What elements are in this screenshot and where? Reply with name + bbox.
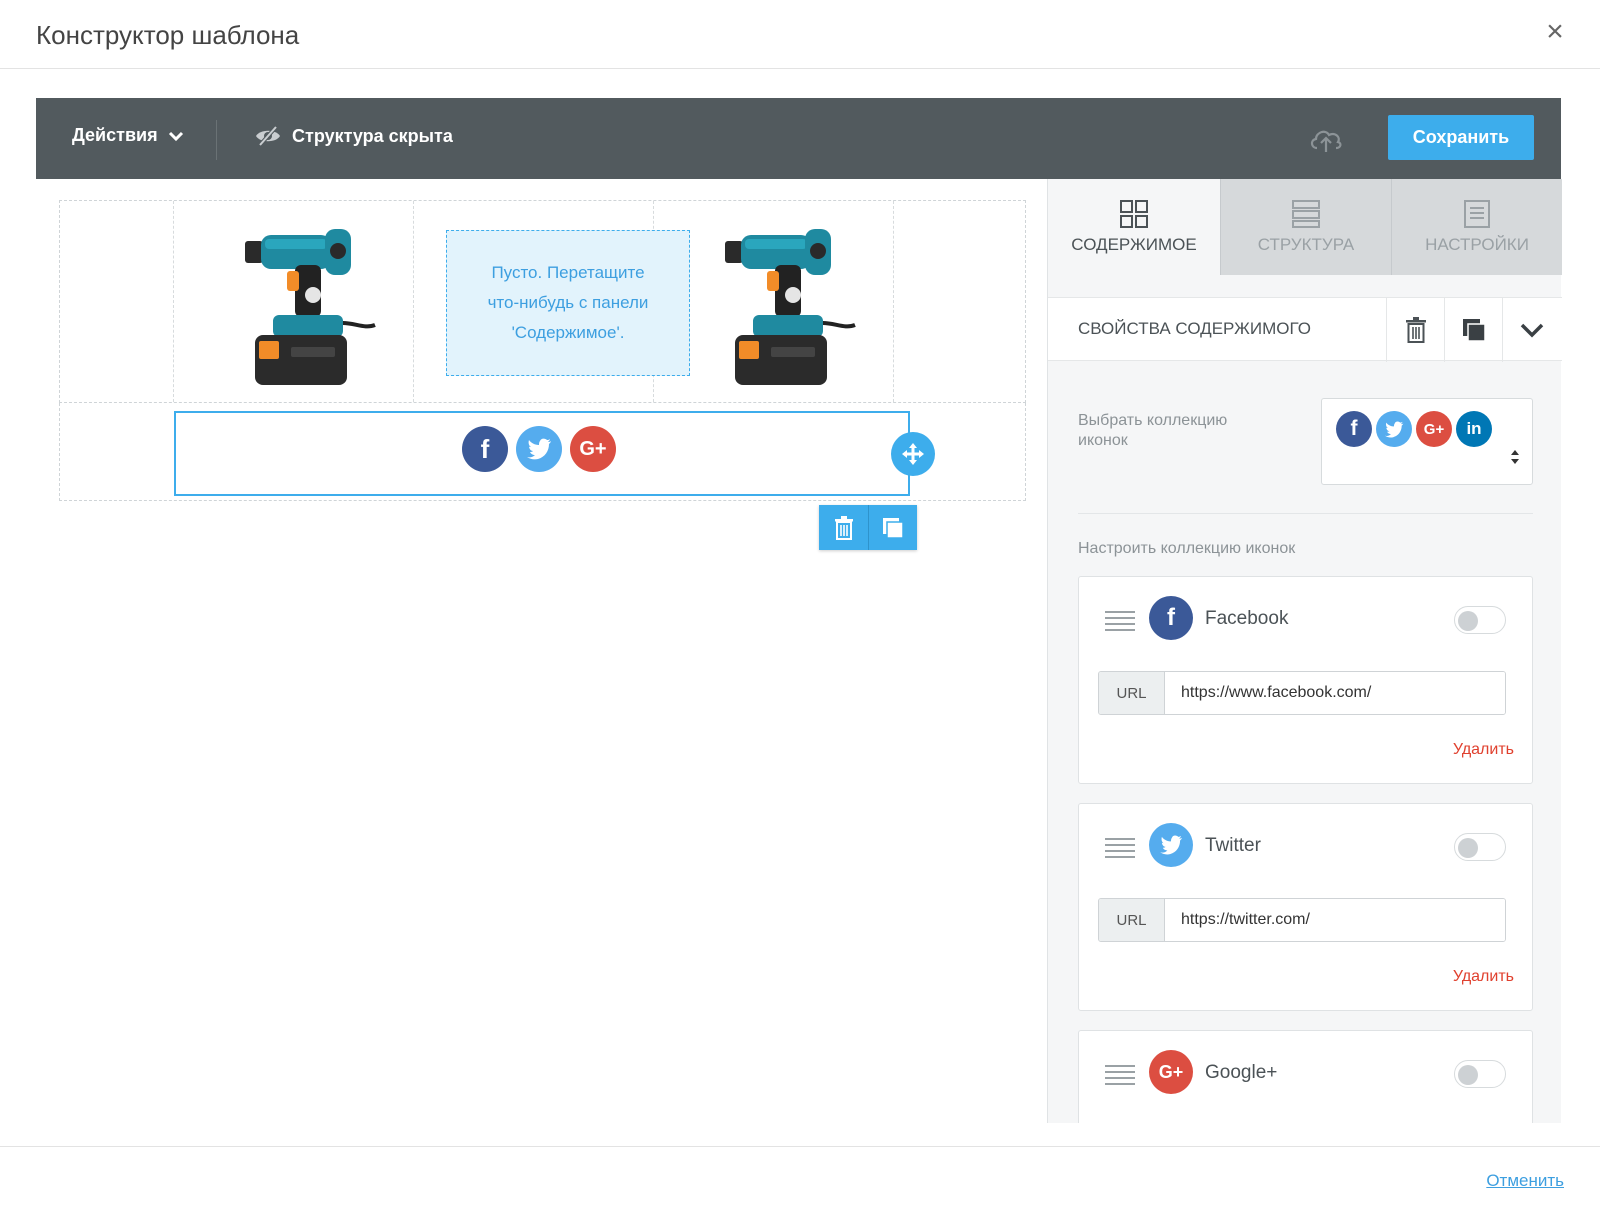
social-item-card-twitter: Twitter URL Удалить <box>1078 803 1533 1011</box>
template-builder-modal: Конструктор шаблона × Действия Структура… <box>0 0 1600 1226</box>
move-handle[interactable] <box>891 432 935 476</box>
url-field-group: URL <box>1098 898 1506 942</box>
column-divider <box>413 201 414 402</box>
block-delete-button[interactable] <box>819 505 868 550</box>
rows-icon <box>1292 200 1320 228</box>
social-item-name: Google+ <box>1205 1062 1278 1083</box>
url-input[interactable] <box>1165 672 1505 714</box>
cancel-link[interactable]: Отменить <box>1486 1171 1564 1191</box>
product-image-drill-left[interactable] <box>235 211 380 391</box>
drag-handle-icon[interactable] <box>1105 838 1135 862</box>
modal-title: Конструктор шаблона <box>36 20 300 50</box>
tab-content[interactable]: СОДЕРЖИМОЕ <box>1048 179 1220 275</box>
tab-structure[interactable]: СТРУКТУРА <box>1220 179 1391 275</box>
grid-icon <box>1120 200 1148 228</box>
twitter-icon <box>1149 823 1193 867</box>
block-duplicate-button[interactable] <box>868 505 917 550</box>
column-divider <box>173 201 174 402</box>
tab-settings[interactable]: НАСТРОЙКИ <box>1391 179 1562 275</box>
toggle-knob <box>1458 838 1478 858</box>
drag-handle-icon[interactable] <box>1105 1065 1135 1089</box>
modal-footer: Отменить <box>0 1146 1600 1226</box>
tab-content-label: СОДЕРЖИМОЕ <box>1071 235 1197 254</box>
product-image-drill-right[interactable] <box>715 211 860 391</box>
empty-slot-line: Пусто. Перетащите <box>491 263 645 282</box>
google-plus-icon: G+ <box>570 426 616 472</box>
tab-structure-label: СТРУКТУРА <box>1257 235 1355 254</box>
eye-slash-icon <box>256 125 280 147</box>
editor-toolbar: Действия Структура скрыта Сохранить <box>36 98 1561 179</box>
close-button[interactable]: × <box>1540 17 1570 47</box>
chevron-down-icon <box>168 131 183 141</box>
move-arrows-icon <box>902 443 924 465</box>
facebook-icon: f <box>1336 411 1372 447</box>
email-canvas: Пусто. Перетащите что-нибудь с панели 'С… <box>36 179 1047 1123</box>
trash-icon <box>834 515 853 540</box>
select-arrows-icon <box>1511 450 1519 464</box>
content-row-images[interactable]: Пусто. Перетащите что-нибудь с панели 'С… <box>59 200 1026 403</box>
toggle-knob <box>1458 611 1478 631</box>
linkedin-icon: in <box>1456 411 1492 447</box>
social-item-card-facebook: f Facebook URL Удалить <box>1078 576 1533 784</box>
toolbar-divider <box>216 120 217 160</box>
collection-preview-icons: f G+ in <box>1336 411 1492 447</box>
twitter-icon <box>516 426 562 472</box>
url-field-group: URL <box>1098 671 1506 715</box>
empty-drop-slot[interactable]: Пусто. Перетащите что-нибудь с панели 'С… <box>446 230 690 376</box>
empty-slot-line: что-нибудь с панели <box>487 293 649 312</box>
panel-tabs: СОДЕРЖИМОЕ СТРУКТУРА НАСТРОЙКИ <box>1048 179 1562 275</box>
facebook-icon: f <box>462 426 508 472</box>
content-properties-bar: СВОЙСТВА СОДЕРЖИМОГО <box>1048 297 1562 362</box>
visibility-toggle[interactable] <box>1454 606 1506 634</box>
empty-slot-line: 'Содержимое'. <box>511 323 625 342</box>
social-item-card-google-plus: G+ Google+ <box>1078 1030 1533 1123</box>
modal-header: Конструктор шаблона × <box>0 0 1600 69</box>
props-collapse-button[interactable] <box>1502 298 1560 362</box>
toggle-knob <box>1458 1065 1478 1085</box>
close-icon: × <box>1546 15 1564 48</box>
column-divider <box>893 201 894 402</box>
chevron-down-icon <box>1520 323 1543 338</box>
google-plus-icon: G+ <box>1416 411 1452 447</box>
social-item-name: Facebook <box>1205 608 1289 629</box>
section-divider <box>1078 513 1533 514</box>
structure-toggle[interactable]: Структура скрыта <box>254 125 453 147</box>
social-item-name: Twitter <box>1205 835 1261 856</box>
duplicate-icon <box>1462 319 1486 342</box>
social-icons-group: f G+ <box>462 426 616 472</box>
facebook-icon: f <box>1149 596 1193 640</box>
props-delete-button[interactable] <box>1386 298 1444 362</box>
pick-collection-label: Выбрать коллекцию иконок <box>1078 412 1228 449</box>
block-actions <box>819 505 917 550</box>
delete-link[interactable]: Удалить <box>1453 741 1514 759</box>
url-addon-label: URL <box>1099 899 1165 941</box>
icon-collection-select[interactable]: f G+ in <box>1321 398 1533 485</box>
twitter-icon <box>1376 411 1412 447</box>
side-panel: СОДЕРЖИМОЕ СТРУКТУРА НАСТРОЙКИ СВОЙСТВА … <box>1047 179 1562 1123</box>
actions-label: Действия <box>72 125 158 145</box>
props-title: СВОЙСТВА СОДЕРЖИМОГО <box>1078 319 1311 338</box>
url-input[interactable] <box>1165 899 1505 941</box>
cloud-upload-button[interactable] <box>1308 124 1344 154</box>
google-plus-icon: G+ <box>1149 1050 1193 1094</box>
settings-doc-icon <box>1464 200 1490 228</box>
structure-label: Структура скрыта <box>292 125 453 146</box>
configure-collection-label: Настроить коллекцию иконок <box>1078 540 1296 557</box>
social-block-selected[interactable]: f G+ <box>174 411 910 496</box>
visibility-toggle[interactable] <box>1454 833 1506 861</box>
visibility-toggle[interactable] <box>1454 1060 1506 1088</box>
cloud-upload-icon <box>1310 130 1342 152</box>
delete-link[interactable]: Удалить <box>1453 968 1514 986</box>
actions-dropdown[interactable]: Действия <box>72 125 184 146</box>
trash-icon <box>1405 317 1426 343</box>
props-duplicate-button[interactable] <box>1444 298 1502 362</box>
duplicate-icon <box>883 517 904 539</box>
save-button[interactable]: Сохранить <box>1388 115 1534 160</box>
drag-handle-icon[interactable] <box>1105 611 1135 635</box>
url-addon-label: URL <box>1099 672 1165 714</box>
tab-settings-label: НАСТРОЙКИ <box>1425 235 1529 254</box>
